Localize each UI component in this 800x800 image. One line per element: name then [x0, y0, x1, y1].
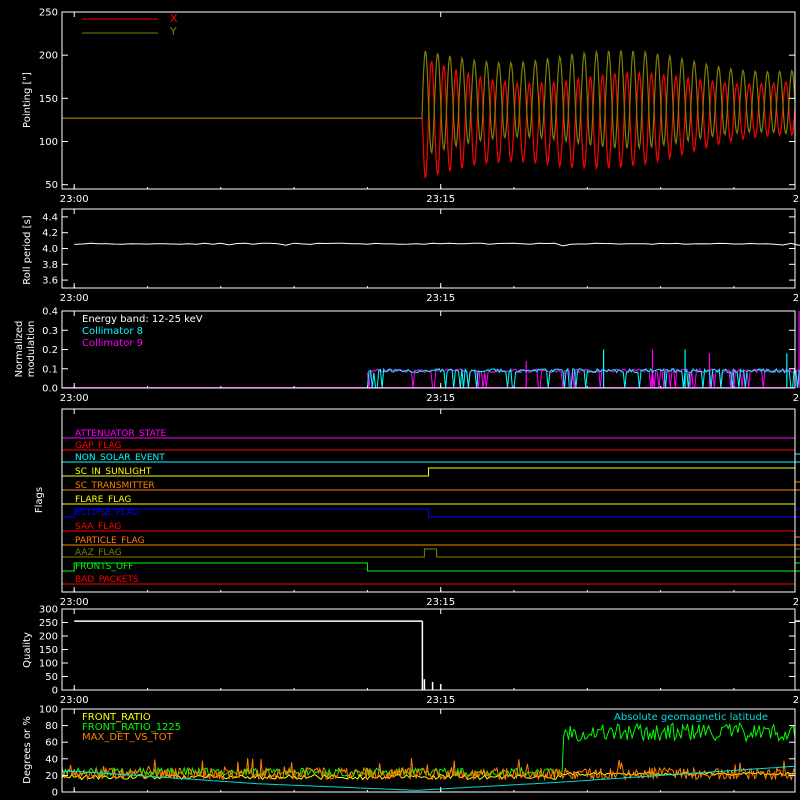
y-tick-label: 4.2 [42, 228, 58, 239]
flags-ylabel: Flags [34, 487, 45, 513]
y-tick-label: 250 [39, 8, 58, 19]
y-tick-label: 100 [39, 659, 58, 670]
legend-x-label: X [170, 12, 178, 25]
y-tick-label: 40 [45, 754, 58, 765]
y-tick-label: 4.4 [42, 212, 58, 223]
x-tick-label: 23:30 [793, 695, 800, 706]
y-tick-label: 250 [39, 618, 58, 629]
y-tick-label: 0.4 [42, 307, 58, 318]
energy-band-annotation: Energy band: 12-25 keV [82, 314, 203, 325]
y-tick-label: 200 [39, 632, 58, 643]
pointing-ylabel: Pointing ["] [22, 72, 33, 128]
x-tick-label: 23:00 [60, 597, 89, 608]
x-tick-label: 23:15 [426, 194, 455, 205]
y-tick-label: 0 [52, 686, 58, 697]
y-tick-label: 3.6 [42, 276, 58, 287]
legend-y-label: Y [169, 25, 177, 38]
y-tick-label: 60 [45, 738, 58, 749]
x-tick-label: 23:00 [60, 393, 89, 404]
y-tick-label: 300 [39, 605, 58, 616]
y-tick-label: 0.3 [42, 326, 58, 337]
y-tick-label: 0 [52, 788, 58, 799]
x-tick-label: 23:30 [793, 194, 800, 205]
y-tick-label: 150 [39, 94, 58, 105]
x-tick-label: 23:00 [60, 695, 89, 706]
y-tick-label: 0.2 [42, 345, 58, 356]
y-tick-label: 200 [39, 51, 58, 62]
legend-collimator-8: Collimator 8 [82, 326, 143, 337]
y-tick-label: 50 [45, 180, 58, 191]
modulation-ylabel-line1: Normalized [14, 321, 25, 378]
x-tick-label: 23:15 [426, 597, 455, 608]
y-tick-label: 0.1 [42, 364, 58, 375]
legend-max-det: MAX_DET_VS_TOT [82, 732, 174, 743]
legend-geomag: Absolute geomagnetic latitude [614, 712, 768, 723]
background [0, 0, 800, 800]
x-tick-label: 23:30 [793, 393, 800, 404]
x-tick-label: 23:15 [426, 393, 455, 404]
y-tick-label: 150 [39, 645, 58, 656]
x-tick-label: 23:30 [793, 597, 800, 608]
roll-ylabel: Roll period [s] [22, 215, 33, 284]
y-tick-label: 50 [45, 672, 58, 683]
y-tick-label: 20 [45, 771, 58, 782]
x-tick-label: 23:30 [793, 293, 800, 304]
quality-ylabel: Quality [22, 632, 33, 668]
modulation-ylabel-line2: modulation [26, 321, 37, 378]
legend-collimator-9: Collimator 9 [82, 338, 143, 349]
y-tick-label: 80 [45, 721, 58, 732]
y-tick-label: 0.0 [42, 384, 58, 395]
y-tick-label: 100 [39, 705, 58, 716]
y-tick-label: 3.8 [42, 260, 58, 271]
y-tick-label: 100 [39, 137, 58, 148]
x-tick-label: 23:15 [426, 695, 455, 706]
ratios-ylabel: Degrees or % [22, 716, 33, 784]
rhessi-quicklook-plot: 23:0023:1523:3023:4500:0000:1500:3050100… [0, 0, 800, 800]
x-tick-label: 23:00 [60, 293, 89, 304]
y-tick-label: 4.0 [42, 244, 58, 255]
x-tick-label: 23:15 [426, 293, 455, 304]
x-tick-label: 23:00 [60, 194, 89, 205]
